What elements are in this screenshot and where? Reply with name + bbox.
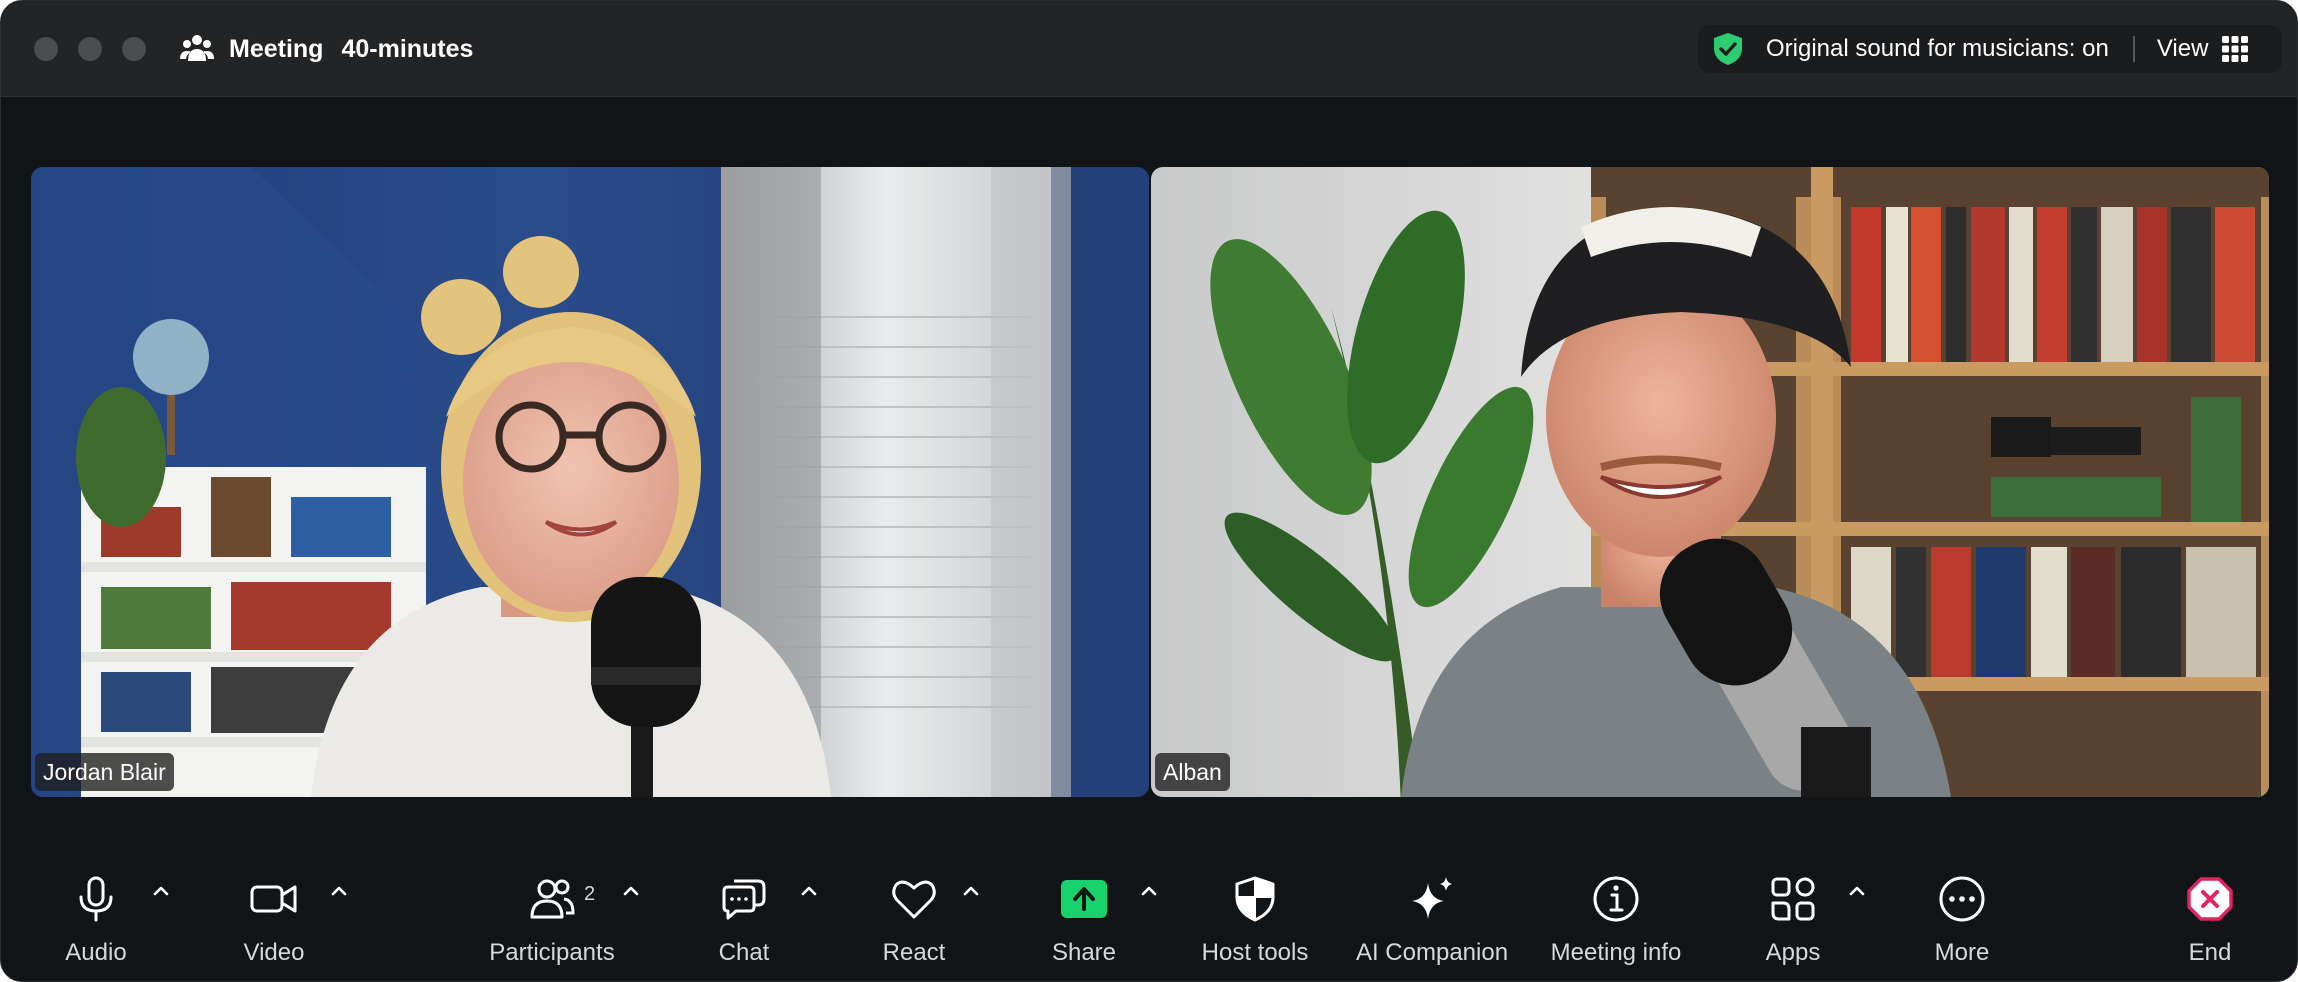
more-ellipsis-icon: [1934, 871, 1990, 927]
close-window-button[interactable]: [34, 37, 58, 61]
ai-companion-button[interactable]: AI Companion: [1351, 871, 1513, 971]
end-close-icon: [2182, 871, 2238, 927]
participants-button[interactable]: Participants: [481, 871, 623, 971]
participant-count-badge: 2: [584, 883, 596, 905]
audio-button[interactable]: Audio: [56, 871, 136, 971]
video-camera-icon: [246, 871, 302, 927]
meeting-title: Meeting 40-minutes: [179, 29, 473, 69]
zoom-window-button[interactable]: [122, 37, 146, 61]
participant-nametag: Jordan Blair: [35, 753, 174, 791]
end-label: End: [2188, 939, 2232, 966]
sound-status-pill: Original sound for musicians: on View: [1698, 25, 2282, 73]
shield-check-icon: [1714, 33, 1742, 65]
share-label: Share: [1051, 939, 1117, 966]
video-tile-alban[interactable]: Alban: [1151, 167, 2269, 797]
chat-options-chevron-up-icon[interactable]: [797, 879, 821, 903]
ai-companion-label: AI Companion: [1355, 939, 1509, 966]
video-tile-jordan-blair[interactable]: Jordan Blair: [31, 167, 1149, 797]
chat-button[interactable]: Chat: [701, 871, 787, 971]
meeting-duration: 40-minutes: [341, 34, 474, 63]
participants-options-chevron-up-icon[interactable]: [619, 879, 643, 903]
host-tools-label: Host tools: [1201, 939, 1309, 966]
view-button[interactable]: View: [2157, 35, 2249, 63]
original-sound-status[interactable]: Original sound for musicians: on: [1766, 35, 2109, 63]
participants-label: Participants: [489, 939, 615, 966]
apps-icon: [1765, 871, 1821, 927]
heart-icon: [886, 871, 942, 927]
meeting-window: Meeting 40-minutes Original sound for mu…: [0, 0, 2298, 982]
video-feed-alban: [1151, 167, 2269, 797]
info-icon: [1588, 871, 1644, 927]
participants-group-icon: [180, 35, 214, 61]
grid-view-icon: [2222, 36, 2249, 62]
chat-bubbles-icon: [716, 871, 772, 927]
end-meeting-button[interactable]: End: [2167, 871, 2253, 971]
video-options-chevron-up-icon[interactable]: [327, 879, 351, 903]
host-tools-button[interactable]: Host tools: [1195, 871, 1315, 971]
meeting-toolbar: Audio Video Participants 2 Chat React Sh…: [1, 851, 2297, 981]
react-options-chevron-up-icon[interactable]: [959, 879, 983, 903]
minimize-window-button[interactable]: [78, 37, 102, 61]
react-button[interactable]: React: [871, 871, 957, 971]
more-label: More: [1934, 939, 1990, 966]
apps-options-chevron-up-icon[interactable]: [1845, 879, 1869, 903]
chat-label: Chat: [718, 939, 770, 966]
meeting-label: Meeting: [229, 34, 324, 63]
share-screen-button[interactable]: Share: [1041, 871, 1127, 971]
share-options-chevron-up-icon[interactable]: [1137, 879, 1161, 903]
meeting-info-label: Meeting info: [1550, 939, 1682, 966]
more-button[interactable]: More: [1919, 871, 2005, 971]
divider: [2132, 36, 2135, 62]
video-feed-jordan-blair: [31, 167, 1149, 797]
video-label: Video: [243, 939, 305, 966]
participants-icon: [524, 871, 580, 927]
participant-nametag: Alban: [1155, 753, 1230, 791]
apps-label: Apps: [1765, 939, 1821, 966]
view-label: View: [2156, 35, 2209, 62]
audio-label: Audio: [65, 939, 127, 966]
video-button[interactable]: Video: [233, 871, 315, 971]
host-shield-icon: [1227, 871, 1283, 927]
react-label: React: [882, 939, 946, 966]
audio-options-chevron-up-icon[interactable]: [149, 879, 173, 903]
share-arrow-icon: [1056, 871, 1112, 927]
meeting-info-button[interactable]: Meeting info: [1545, 871, 1687, 971]
microphone-icon: [68, 871, 124, 927]
title-bar: Meeting 40-minutes Original sound for mu…: [1, 1, 2297, 97]
apps-button[interactable]: Apps: [1751, 871, 1835, 971]
sparkle-icon: [1404, 871, 1460, 927]
